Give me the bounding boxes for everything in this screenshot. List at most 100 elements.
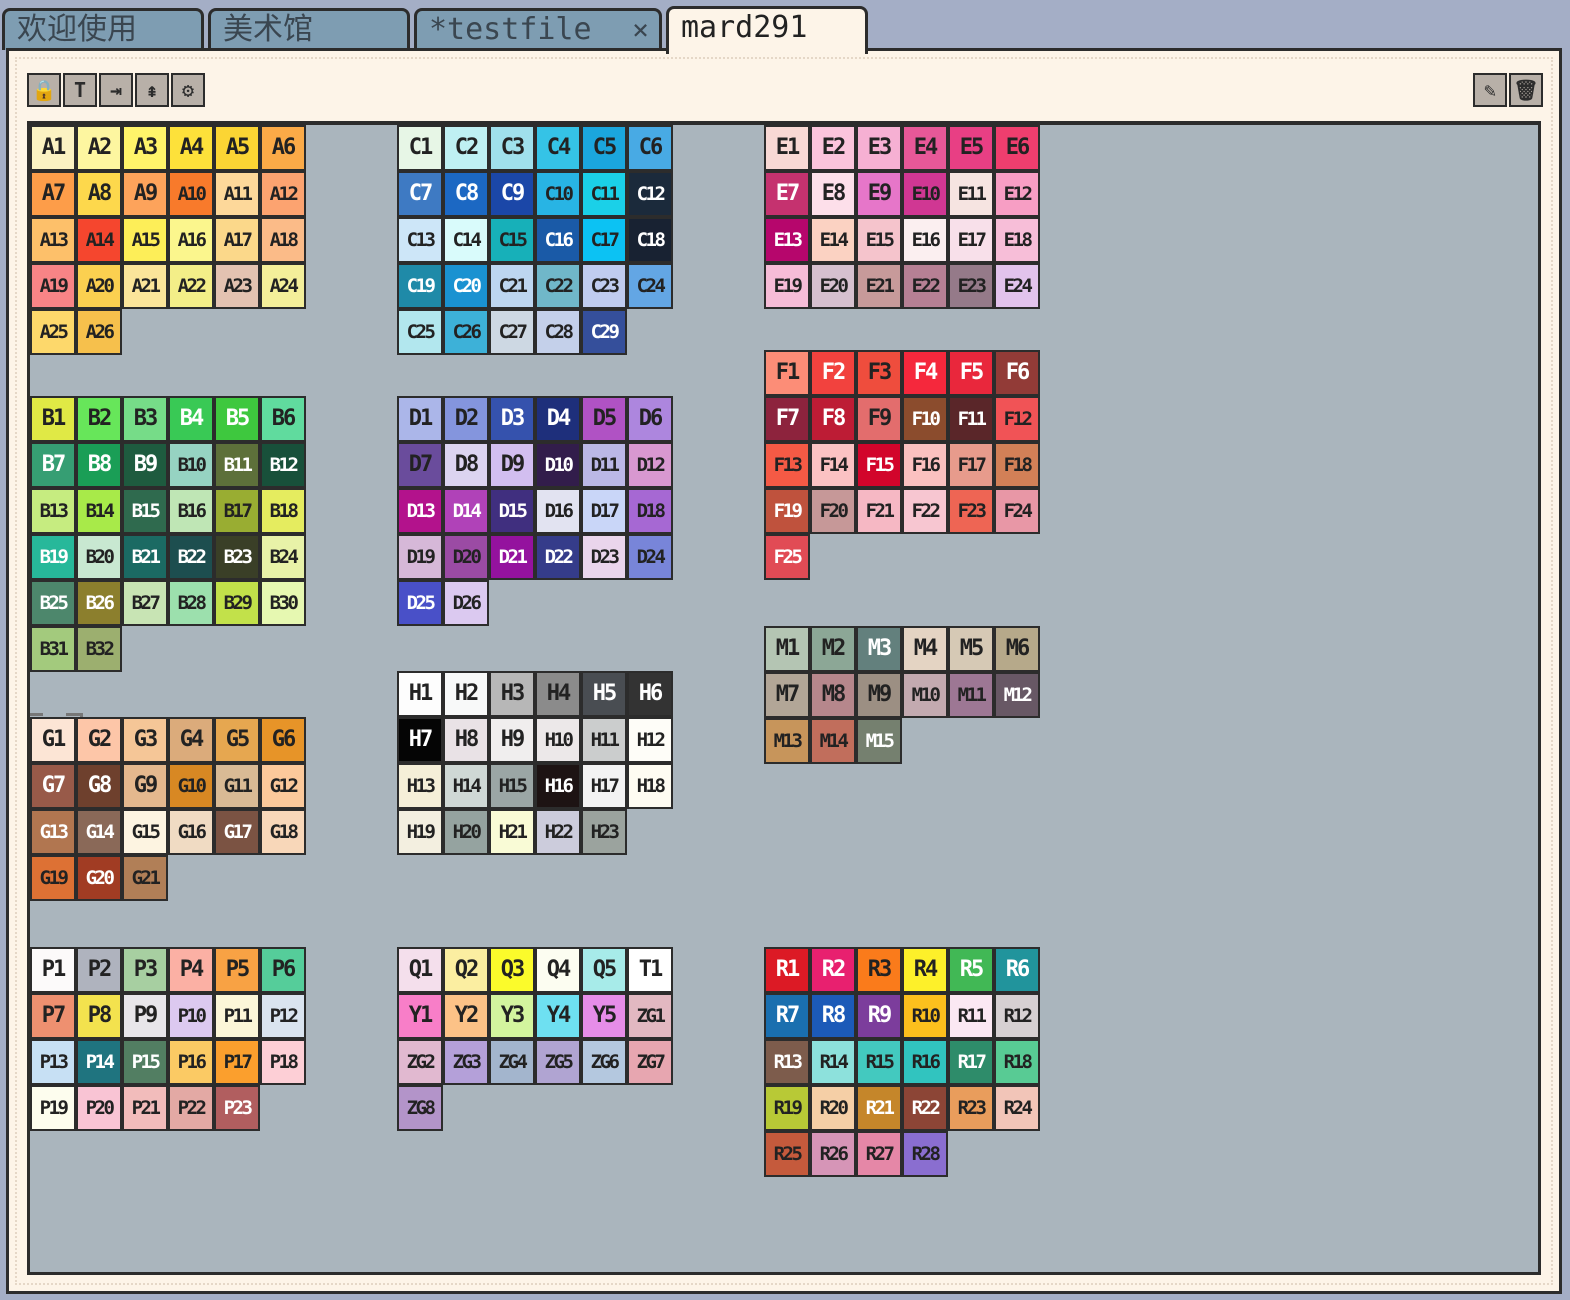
palette-swatch[interactable]: H20 bbox=[443, 809, 489, 855]
palette-swatch[interactable]: R23 bbox=[948, 1085, 994, 1131]
palette-swatch[interactable]: T1 bbox=[627, 947, 673, 993]
palette-swatch[interactable]: E21 bbox=[856, 263, 902, 309]
palette-swatch[interactable]: H1 bbox=[397, 671, 443, 717]
palette-swatch[interactable]: C23 bbox=[581, 263, 627, 309]
palette-swatch[interactable]: P18 bbox=[260, 1039, 306, 1085]
palette-swatch[interactable]: P11 bbox=[214, 993, 260, 1039]
palette-swatch[interactable]: P3 bbox=[122, 947, 168, 993]
palette-swatch[interactable]: G12 bbox=[260, 763, 306, 809]
palette-swatch[interactable]: H7 bbox=[397, 717, 443, 763]
palette-swatch[interactable]: E11 bbox=[948, 171, 994, 217]
palette-swatch[interactable]: A24 bbox=[260, 263, 306, 309]
palette-swatch[interactable]: H16 bbox=[535, 763, 581, 809]
palette-swatch[interactable]: C15 bbox=[489, 217, 535, 263]
palette-swatch[interactable]: R18 bbox=[994, 1039, 1040, 1085]
palette-swatch[interactable]: A11 bbox=[214, 171, 260, 217]
palette-swatch[interactable]: G19 bbox=[30, 855, 76, 901]
palette-swatch[interactable]: H22 bbox=[535, 809, 581, 855]
palette-swatch[interactable]: B12 bbox=[260, 442, 306, 488]
palette-swatch[interactable]: R25 bbox=[764, 1131, 810, 1177]
palette-swatch[interactable]: A14 bbox=[76, 217, 122, 263]
palette-swatch[interactable]: C24 bbox=[627, 263, 673, 309]
palette-swatch[interactable]: M8 bbox=[810, 672, 856, 718]
palette-swatch[interactable]: E16 bbox=[902, 217, 948, 263]
palette-swatch[interactable]: P13 bbox=[30, 1039, 76, 1085]
palette-swatch[interactable]: A15 bbox=[122, 217, 168, 263]
palette-swatch[interactable]: D21 bbox=[489, 534, 535, 580]
palette-swatch[interactable]: P4 bbox=[168, 947, 214, 993]
palette-swatch[interactable]: B31 bbox=[30, 626, 76, 672]
palette-swatch[interactable]: E7 bbox=[764, 171, 810, 217]
close-icon[interactable]: × bbox=[632, 11, 649, 49]
text-button[interactable]: T bbox=[63, 73, 97, 107]
palette-swatch[interactable]: H4 bbox=[535, 671, 581, 717]
palette-swatch[interactable]: R22 bbox=[902, 1085, 948, 1131]
palette-swatch[interactable]: Q3 bbox=[489, 947, 535, 993]
palette-swatch[interactable]: C16 bbox=[535, 217, 581, 263]
palette-swatch[interactable]: M9 bbox=[856, 672, 902, 718]
palette-swatch[interactable]: D15 bbox=[489, 488, 535, 534]
palette-swatch[interactable]: H9 bbox=[489, 717, 535, 763]
palette-swatch[interactable]: D6 bbox=[627, 396, 673, 442]
palette-swatch[interactable]: F3 bbox=[856, 350, 902, 396]
palette-swatch[interactable]: D11 bbox=[581, 442, 627, 488]
palette-swatch[interactable]: D7 bbox=[397, 442, 443, 488]
palette-swatch[interactable]: E12 bbox=[994, 171, 1040, 217]
palette-swatch[interactable]: P20 bbox=[76, 1085, 122, 1131]
palette-swatch[interactable]: E23 bbox=[948, 263, 994, 309]
palette-swatch[interactable]: F6 bbox=[994, 350, 1040, 396]
palette-swatch[interactable]: E22 bbox=[902, 263, 948, 309]
palette-swatch[interactable]: C22 bbox=[535, 263, 581, 309]
palette-swatch[interactable]: A26 bbox=[76, 309, 122, 355]
palette-swatch[interactable]: A9 bbox=[122, 171, 168, 217]
palette-swatch[interactable]: F16 bbox=[902, 442, 948, 488]
palette-swatch[interactable]: B19 bbox=[30, 534, 76, 580]
palette-swatch[interactable]: B15 bbox=[122, 488, 168, 534]
palette-swatch[interactable]: M3 bbox=[856, 626, 902, 672]
palette-swatch[interactable]: B4 bbox=[168, 396, 214, 442]
palette-swatch[interactable]: R12 bbox=[994, 993, 1040, 1039]
palette-swatch[interactable]: A18 bbox=[260, 217, 306, 263]
palette-swatch[interactable]: C13 bbox=[397, 217, 443, 263]
palette-swatch[interactable]: R5 bbox=[948, 947, 994, 993]
palette-swatch[interactable]: H13 bbox=[397, 763, 443, 809]
palette-swatch[interactable]: G17 bbox=[214, 809, 260, 855]
palette-swatch[interactable]: D8 bbox=[443, 442, 489, 488]
palette-swatch[interactable]: H5 bbox=[581, 671, 627, 717]
palette-swatch[interactable]: A8 bbox=[76, 171, 122, 217]
palette-swatch[interactable]: C11 bbox=[581, 171, 627, 217]
palette-swatch[interactable]: F22 bbox=[902, 488, 948, 534]
palette-swatch[interactable]: Q1 bbox=[397, 947, 443, 993]
palette-swatch[interactable]: E5 bbox=[948, 125, 994, 171]
palette-swatch[interactable]: M4 bbox=[902, 626, 948, 672]
palette-swatch[interactable]: B10 bbox=[168, 442, 214, 488]
palette-swatch[interactable]: B13 bbox=[30, 488, 76, 534]
palette-swatch[interactable]: G6 bbox=[260, 717, 306, 763]
palette-swatch[interactable]: C4 bbox=[535, 125, 581, 171]
palette-swatch[interactable]: R17 bbox=[948, 1039, 994, 1085]
palette-swatch[interactable]: H6 bbox=[627, 671, 673, 717]
palette-swatch[interactable]: C28 bbox=[535, 309, 581, 355]
palette-swatch[interactable]: B14 bbox=[76, 488, 122, 534]
palette-swatch[interactable]: R19 bbox=[764, 1085, 810, 1131]
palette-swatch[interactable]: C8 bbox=[443, 171, 489, 217]
palette-swatch[interactable]: B9 bbox=[122, 442, 168, 488]
palette-swatch[interactable]: B21 bbox=[122, 534, 168, 580]
palette-swatch[interactable]: P5 bbox=[214, 947, 260, 993]
palette-swatch[interactable]: R1 bbox=[764, 947, 810, 993]
palette-swatch[interactable]: C5 bbox=[581, 125, 627, 171]
palette-swatch[interactable]: F4 bbox=[902, 350, 948, 396]
palette-swatch[interactable]: E15 bbox=[856, 217, 902, 263]
palette-swatch[interactable]: F7 bbox=[764, 396, 810, 442]
palette-swatch[interactable]: R14 bbox=[810, 1039, 856, 1085]
align-button[interactable]: ⇞ bbox=[135, 73, 169, 107]
palette-swatch[interactable]: R26 bbox=[810, 1131, 856, 1177]
palette-swatch[interactable]: E3 bbox=[856, 125, 902, 171]
palette-swatch[interactable]: G2 bbox=[76, 717, 122, 763]
palette-swatch[interactable]: D2 bbox=[443, 396, 489, 442]
palette-swatch[interactable]: P2 bbox=[76, 947, 122, 993]
palette-swatch[interactable]: R2 bbox=[810, 947, 856, 993]
palette-swatch[interactable]: R10 bbox=[902, 993, 948, 1039]
palette-swatch[interactable]: E13 bbox=[764, 217, 810, 263]
palette-swatch[interactable]: D16 bbox=[535, 488, 581, 534]
